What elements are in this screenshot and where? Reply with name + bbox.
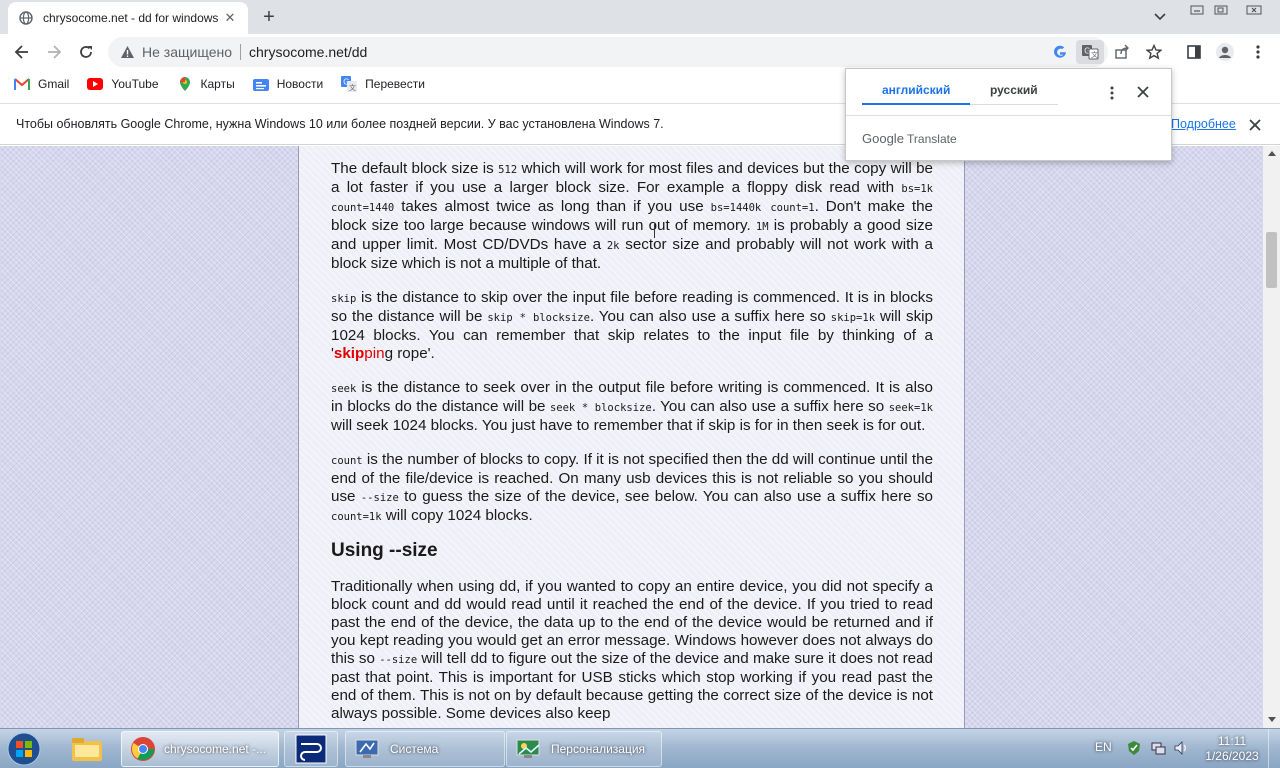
news-icon <box>252 76 269 92</box>
paragraph-size: Traditionally when using dd, if you want… <box>331 578 933 722</box>
reload-button[interactable] <box>72 38 100 66</box>
security-label[interactable]: Не защищено <box>142 44 232 60</box>
address-bar[interactable]: Не защищено chrysocome.net/dd G文 <box>108 37 1162 67</box>
globe-icon <box>18 10 34 26</box>
toolbar: Не защищено chrysocome.net/dd G文 <box>0 34 1280 70</box>
volume-tray-icon[interactable] <box>1173 740 1189 756</box>
google-translate-brand: Google Translate <box>862 131 957 146</box>
tab-source-language[interactable]: английский <box>862 83 970 105</box>
personalization-taskbar-item[interactable]: Персонализация <box>506 731 662 767</box>
personalization-icon <box>516 739 540 758</box>
new-tab-button[interactable]: + <box>258 6 280 28</box>
paragraph-block-size: The default block size is 512 which will… <box>331 160 934 272</box>
system-icon <box>355 739 379 758</box>
tab-close-icon[interactable]: ✕ <box>222 10 238 26</box>
bookmark-gmail[interactable]: Gmail <box>14 76 69 92</box>
svg-text:文: 文 <box>349 83 356 92</box>
page-scrollbar[interactable] <box>1263 146 1280 728</box>
chrome-taskbar-item[interactable]: chrysocome.net -... <box>121 731 279 767</box>
popup-divider <box>846 115 1171 116</box>
back-button[interactable] <box>8 38 36 66</box>
tab-search-chevron-icon[interactable] <box>1150 8 1170 26</box>
system-taskbar-item[interactable]: Система <box>345 731 505 767</box>
security-tray-icon[interactable] <box>1126 740 1142 756</box>
content-column: The default block size is 512 which will… <box>298 146 965 728</box>
tab-chrysocome[interactable]: chrysocome.net - dd for windows ✕ <box>8 2 248 34</box>
tab-target-language[interactable]: русский <box>970 83 1058 105</box>
chrome-icon <box>131 737 155 761</box>
bookmark-youtube[interactable]: YouTube <box>87 76 159 92</box>
bookmark-star-icon[interactable] <box>1142 40 1166 64</box>
page-viewport: The default block size is 512 which will… <box>0 146 1263 728</box>
infobar-learn-more-link[interactable]: Подробнее <box>1171 117 1236 131</box>
close-window-button[interactable] <box>1238 0 1270 20</box>
bookmark-label: Перевести <box>365 77 425 91</box>
tab-title: chrysocome.net - dd for windows <box>43 11 219 25</box>
scrollbar-thumb[interactable] <box>1266 232 1277 288</box>
translate-options-icon[interactable] <box>1102 83 1122 103</box>
show-desktop-button[interactable] <box>1268 729 1280 768</box>
minimize-button[interactable] <box>1184 0 1210 20</box>
share-icon[interactable] <box>1110 40 1134 64</box>
windows-taskbar: chrysocome.net -... Система Персонализац… <box>0 728 1280 768</box>
scroll-up-arrow-icon[interactable] <box>1263 146 1280 160</box>
article-body: The default block size is 512 which will… <box>331 160 933 728</box>
clock-date: 1/26/2023 <box>1205 749 1259 763</box>
system-clock[interactable]: 11:11 1/26/2023 <box>1200 734 1264 764</box>
bookmark-news[interactable]: Новости <box>252 76 324 92</box>
paragraph-skip: skip is the distance to skip over the in… <box>331 289 933 362</box>
bookmark-maps[interactable]: Карты <box>177 76 235 92</box>
chrome-menu-icon[interactable] <box>1244 38 1272 66</box>
bookmark-label: Карты <box>200 77 235 91</box>
restore-button[interactable] <box>1208 0 1234 20</box>
maps-icon <box>177 76 193 92</box>
side-panel-icon[interactable] <box>1180 38 1208 66</box>
start-button-icon[interactable] <box>4 730 44 768</box>
taskbar-item-label: Персонализация <box>551 742 646 756</box>
google-g-icon[interactable] <box>1048 40 1072 64</box>
taskbar-item-label: Система <box>390 742 439 756</box>
paragraph-count: count is the number of blocks to copy. I… <box>331 451 934 524</box>
svg-text:文: 文 <box>1091 50 1098 59</box>
bookmark-label: Gmail <box>38 77 70 91</box>
forward-button[interactable] <box>40 38 68 66</box>
translate-page-icon[interactable]: G文 <box>1076 40 1104 64</box>
translate-popup: английский русский Google Translate <box>845 68 1172 161</box>
app-taskbar-icon[interactable] <box>284 731 338 767</box>
profile-avatar-icon[interactable] <box>1211 38 1239 66</box>
explorer-taskbar-icon[interactable] <box>60 731 114 767</box>
bookmark-label: YouTube <box>111 77 159 91</box>
bookmark-translate[interactable]: G文 Перевести <box>341 76 425 92</box>
network-tray-icon[interactable] <box>1150 740 1166 756</box>
translate-close-icon[interactable] <box>1132 81 1154 103</box>
section-heading-size: Using --size <box>331 540 438 561</box>
warning-icon[interactable] <box>118 43 136 61</box>
infobar-close-icon[interactable] <box>1246 116 1264 134</box>
language-indicator[interactable]: EN <box>1095 740 1112 754</box>
clock-time: 11:11 <box>1217 734 1247 748</box>
bookmark-label: Новости <box>276 77 324 91</box>
tab-strip: chrysocome.net - dd for windows ✕ + <box>0 0 1280 34</box>
gmail-icon <box>14 76 30 92</box>
translate-icon: G文 <box>341 76 358 92</box>
text-cursor <box>654 224 656 238</box>
infobar-message: Чтобы обновлять Google Chrome, нужна Win… <box>16 117 664 131</box>
paragraph-seek: seek is the distance to seek over in the… <box>331 379 933 434</box>
omnibox-divider <box>240 44 241 60</box>
scroll-down-arrow-icon[interactable] <box>1263 712 1280 726</box>
youtube-icon <box>87 76 104 92</box>
taskbar-item-label: chrysocome.net -... <box>164 742 267 756</box>
url-text[interactable]: chrysocome.net/dd <box>249 44 367 60</box>
